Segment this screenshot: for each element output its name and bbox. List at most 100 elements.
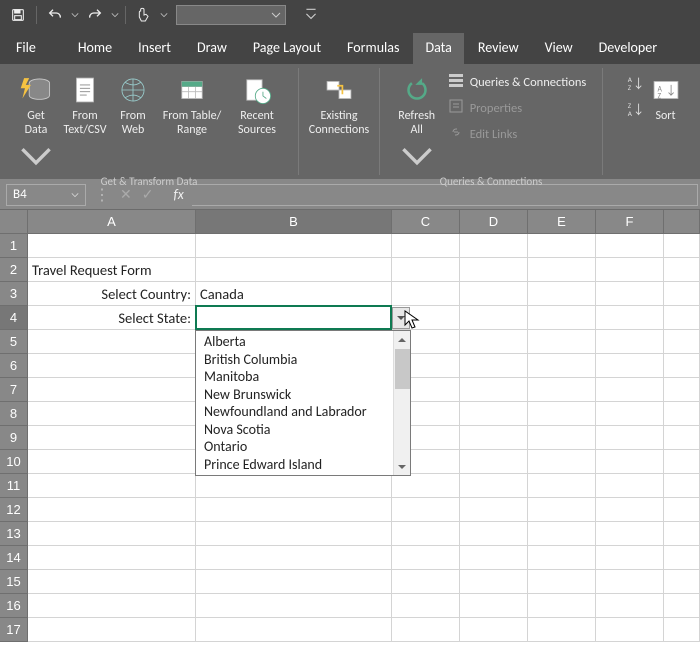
col-header-E[interactable]: E	[528, 210, 596, 234]
tab-review[interactable]: Review	[466, 33, 531, 64]
customize-qat-icon[interactable]	[304, 3, 318, 27]
row-header-11[interactable]: 11	[0, 474, 28, 498]
edit-links-button[interactable]: Edit Links	[444, 122, 591, 146]
cell[interactable]	[28, 234, 196, 258]
dropdown-item[interactable]: British Columbia	[196, 351, 393, 369]
row-header-13[interactable]: 13	[0, 522, 28, 546]
cell[interactable]	[392, 570, 460, 594]
cell[interactable]: Canada	[196, 282, 392, 306]
cell[interactable]	[392, 546, 460, 570]
cell[interactable]	[664, 330, 700, 354]
from-web-button[interactable]: From Web	[113, 68, 153, 140]
row-header-5[interactable]: 5	[0, 330, 28, 354]
row-header-3[interactable]: 3	[0, 282, 28, 306]
cell[interactable]	[392, 474, 460, 498]
cell[interactable]	[28, 330, 196, 354]
cell[interactable]: Select Country:	[28, 282, 196, 306]
cell[interactable]	[460, 354, 528, 378]
cell[interactable]	[664, 282, 700, 306]
cell[interactable]	[460, 474, 528, 498]
col-header-A[interactable]: A	[28, 210, 196, 234]
cell[interactable]	[460, 594, 528, 618]
cell[interactable]	[664, 354, 700, 378]
col-header-F[interactable]: F	[596, 210, 664, 234]
cell[interactable]	[460, 234, 528, 258]
undo-icon[interactable]	[43, 3, 67, 27]
cell[interactable]	[664, 618, 700, 642]
cell[interactable]	[528, 570, 596, 594]
cell[interactable]	[528, 474, 596, 498]
cell[interactable]	[196, 498, 392, 522]
cell[interactable]	[28, 474, 196, 498]
cell[interactable]	[596, 282, 664, 306]
cell[interactable]	[460, 426, 528, 450]
cell[interactable]	[664, 402, 700, 426]
col-header-D[interactable]: D	[460, 210, 528, 234]
cell[interactable]	[596, 474, 664, 498]
row-header-9[interactable]: 9	[0, 426, 28, 450]
cell[interactable]	[196, 570, 392, 594]
cell[interactable]	[392, 594, 460, 618]
row-header-12[interactable]: 12	[0, 498, 28, 522]
row-header-6[interactable]: 6	[0, 354, 28, 378]
sort-button[interactable]: AZ Sort	[648, 68, 684, 140]
cell[interactable]	[28, 402, 196, 426]
cell[interactable]	[596, 330, 664, 354]
row-header-2[interactable]: 2	[0, 258, 28, 282]
cell[interactable]	[664, 450, 700, 474]
cell[interactable]	[460, 258, 528, 282]
col-header-blank[interactable]	[664, 210, 700, 234]
cell[interactable]	[28, 546, 196, 570]
cell[interactable]	[664, 378, 700, 402]
tab-draw[interactable]: Draw	[185, 33, 239, 64]
dropdown-item[interactable]: Alberta	[196, 333, 393, 351]
cell[interactable]	[460, 546, 528, 570]
data-validation-dropdown-button[interactable]	[392, 307, 410, 329]
tab-file[interactable]: File	[4, 33, 48, 64]
cell[interactable]	[664, 474, 700, 498]
existing-connections-button[interactable]: Existing Connections	[302, 68, 376, 140]
cell[interactable]	[28, 378, 196, 402]
tab-developer[interactable]: Developer	[587, 33, 669, 64]
properties-button[interactable]: Properties	[444, 96, 591, 120]
cell[interactable]	[664, 258, 700, 282]
cell[interactable]	[460, 402, 528, 426]
row-header-7[interactable]: 7	[0, 378, 28, 402]
cell[interactable]	[460, 306, 528, 330]
queries-connections-button[interactable]: Queries & Connections	[444, 70, 591, 94]
cell[interactable]	[596, 522, 664, 546]
cell[interactable]	[392, 282, 460, 306]
from-text-csv-button[interactable]: From Text/CSV	[59, 68, 111, 140]
cell[interactable]	[196, 618, 392, 642]
scroll-thumb[interactable]	[395, 349, 410, 389]
cell[interactable]	[460, 522, 528, 546]
dropdown-item[interactable]: Manitoba	[196, 368, 393, 386]
row-header-10[interactable]: 10	[0, 450, 28, 474]
cell[interactable]	[596, 258, 664, 282]
cell[interactable]	[460, 378, 528, 402]
cell[interactable]	[528, 402, 596, 426]
row-header-15[interactable]: 15	[0, 570, 28, 594]
scroll-down-icon[interactable]	[394, 458, 410, 475]
cell[interactable]	[528, 378, 596, 402]
col-header-B[interactable]: B	[196, 210, 392, 234]
cell[interactable]	[392, 258, 460, 282]
cell[interactable]	[28, 450, 196, 474]
cell[interactable]	[528, 498, 596, 522]
row-header-4[interactable]: 4	[0, 306, 28, 330]
cell[interactable]	[196, 594, 392, 618]
cell[interactable]	[596, 378, 664, 402]
cell[interactable]	[596, 618, 664, 642]
select-all-corner[interactable]	[0, 210, 28, 234]
cell[interactable]	[596, 450, 664, 474]
save-icon[interactable]	[6, 3, 30, 27]
tab-home[interactable]: Home	[66, 33, 124, 64]
undo-dropdown-icon[interactable]	[71, 11, 79, 19]
cell[interactable]	[196, 546, 392, 570]
worksheet-grid[interactable]: A B C D E F 12Travel Request Form3Select…	[0, 210, 700, 642]
dropdown-scrollbar[interactable]	[393, 331, 410, 475]
touch-dropdown-icon[interactable]	[160, 11, 168, 19]
cell[interactable]	[392, 618, 460, 642]
cell[interactable]	[392, 234, 460, 258]
cell[interactable]	[664, 570, 700, 594]
